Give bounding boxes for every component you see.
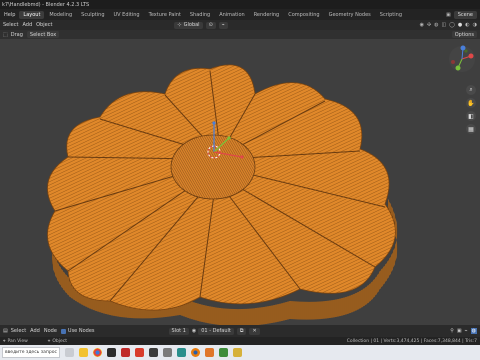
menu-help[interactable]: Help [0,12,19,18]
pan-hand-icon[interactable]: ✋ [466,98,476,108]
app-icon-dark[interactable] [149,348,158,357]
flower-model [47,64,396,311]
material-sphere-icon: ◉ [191,328,197,334]
navigation-gizmo[interactable] [447,43,477,79]
rendered-shading-icon[interactable]: ◑ [473,22,477,28]
snap-node-icon[interactable]: ⌁ [465,328,468,334]
perspective-toggle-icon[interactable]: ▦ [466,124,476,134]
overlay-icon[interactable]: ◍ [434,22,438,28]
tab-shading[interactable]: Shading [186,11,214,19]
drag-mode-dropdown[interactable]: Select Box [26,31,60,38]
tab-uv-editing[interactable]: UV Editing [110,11,144,19]
windows-taskbar: введите здесь запрос [0,345,480,360]
editor-type-icon[interactable]: ▤ [3,328,8,334]
scene-selector-area: ▣ Scene [446,10,480,19]
window-title: k7\Handlebmd) - Blender 4.2.3 LTS [2,1,90,8]
viewport-shading-controls: ◉ ✣ ◍ ◫ ◯ ● ◐ ◑ [420,22,480,28]
options-dropdown[interactable]: Options [451,31,477,38]
slot-dropdown[interactable]: Slot 1 [168,327,189,335]
app-icon-teal[interactable] [177,348,186,357]
unlink-material-icon[interactable]: ✕ [249,327,260,335]
tab-compositing[interactable]: Compositing [284,11,323,19]
transform-orientation-dropdown[interactable]: ⊹ Global [174,21,203,29]
tab-modeling[interactable]: Modeling [45,11,76,19]
3d-viewport[interactable]: ⌕ ✋ ◧ ▦ [0,39,480,325]
visibility-icon[interactable]: ◉ [420,22,424,28]
pivot-icon: ⊙ [208,22,213,28]
overlay-node-icon[interactable]: ◍ [470,328,477,334]
header-add[interactable]: Add [22,22,32,28]
gizmo-icon[interactable]: ✣ [427,22,431,28]
tool-settings-bar: ⬚ Drag Select Box Options [0,30,480,39]
app-icon-orange[interactable] [205,348,214,357]
orientation-icon: ⊹ [177,22,182,28]
tab-sculpting[interactable]: Sculpting [77,11,108,19]
material-name-field[interactable]: 01 - Default [198,327,234,335]
viewport-header: Select Add Object ⊹ Global ⊙ ⌁ ◉ ✣ ◍ ◫ ◯… [0,20,480,30]
select-tool-icon[interactable]: ⬚ [3,32,8,38]
app-icon-red[interactable] [121,348,130,357]
scene-selector[interactable]: Scene [453,10,477,19]
mouse-right-icon: ⌖ [47,339,51,344]
snap-icon: ⌁ [221,22,225,28]
snap-toggle[interactable]: ⌁ [218,21,228,29]
app-icon-yellow[interactable] [233,348,242,357]
header-select[interactable]: Select [3,22,18,28]
node-editor-header: ▤ Select Add Node Use Nodes Slot 1 ◉ 01 … [0,325,480,337]
use-nodes-checkbox[interactable] [60,328,66,334]
viewport-canvas [47,64,398,325]
object-hint: Object [52,338,67,344]
pan-view-hint: Pan View [7,338,28,344]
node-menu-select[interactable]: Select [11,328,26,334]
acrobat-icon[interactable] [135,348,144,357]
pivot-dropdown[interactable]: ⊙ [205,21,216,29]
material-shading-icon[interactable]: ◐ [465,22,469,28]
file-explorer-icon[interactable] [79,348,88,357]
app-icon-gray[interactable] [163,348,172,357]
app-icon-green[interactable] [219,348,228,357]
pin-icon[interactable]: ⚲ [450,328,454,334]
camera-view-icon[interactable]: ◧ [466,111,476,121]
node-menu-node[interactable]: Node [44,328,57,334]
solid-shading-icon[interactable]: ● [458,22,462,28]
taskbar-search-input[interactable]: введите здесь запрос [2,347,60,358]
header-object[interactable]: Object [36,22,52,28]
task-view-icon[interactable] [65,348,74,357]
blender-taskbar-icon[interactable] [191,348,200,357]
taskbar-search-placeholder: введите здесь запрос [5,350,57,355]
tab-geometry-nodes[interactable]: Geometry Nodes [325,11,375,19]
status-info-bar: ⌖ Pan View ⌖ Object Collection | 01 | Ve… [0,337,480,345]
tab-animation[interactable]: Animation [215,11,249,19]
scene-stats: Collection | 01 | Verts:3,474,425 | Face… [346,338,477,344]
tab-layout[interactable]: Layout [19,10,45,19]
duplicate-material-icon[interactable]: ⧉ [236,327,247,335]
cad-app-icon[interactable] [107,348,116,357]
drag-label: Drag [10,31,23,38]
chrome-icon[interactable] [93,348,102,357]
xray-icon[interactable]: ◫ [442,22,447,28]
use-nodes-label: Use Nodes [67,328,95,334]
top-bar: Help Layout Modeling Sculpting UV Editin… [0,9,480,20]
scene-icon: ▣ [446,11,451,18]
tab-texture-paint[interactable]: Texture Paint [145,11,185,19]
tab-rendering[interactable]: Rendering [250,11,284,19]
zoom-icon[interactable]: ⌕ [466,85,476,95]
window-title-bar: k7\Handlebmd) - Blender 4.2.3 LTS [0,0,480,9]
node-menu-add[interactable]: Add [30,328,40,334]
backdrop-icon[interactable]: ▣ [457,328,462,334]
tab-scripting[interactable]: Scripting [376,11,406,19]
mouse-icon: ⌖ [3,339,6,344]
node-editor-right-icons: ⚲ ▣ ⌁ ◍ [450,328,480,334]
orientation-label: Global [183,22,200,28]
wireframe-shading-icon[interactable]: ◯ [449,22,455,28]
